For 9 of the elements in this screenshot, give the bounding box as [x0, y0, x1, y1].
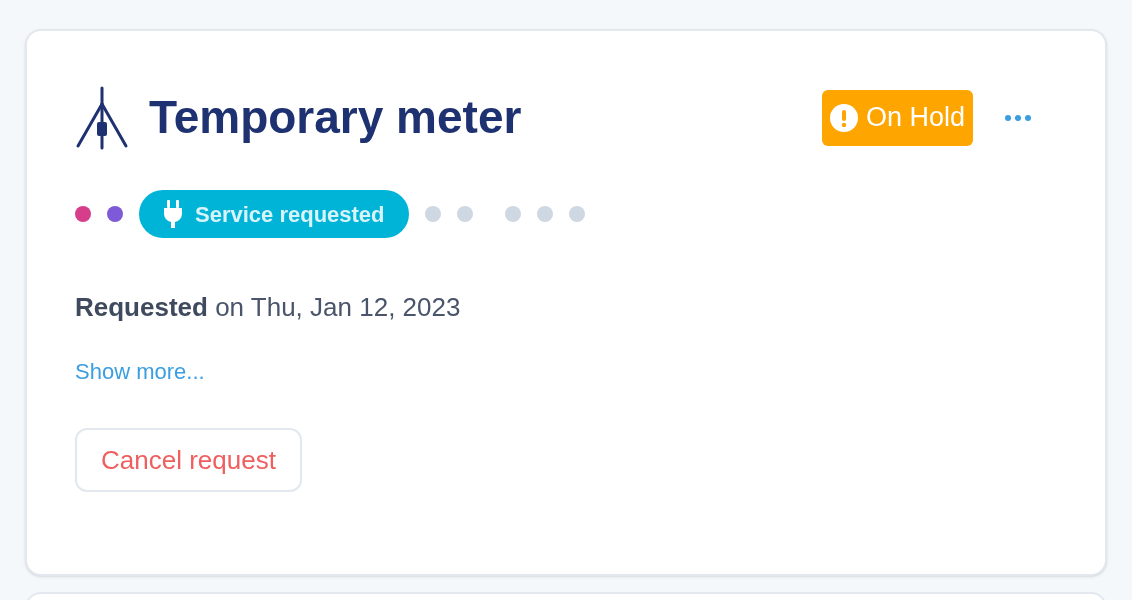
plug-icon [163, 200, 183, 228]
exclamation-circle-icon [829, 103, 858, 132]
cancel-request-button[interactable]: Cancel request [75, 428, 302, 492]
show-more-link[interactable]: Show more... [75, 355, 205, 388]
card-title: Temporary meter [149, 90, 522, 145]
tripod-meter-icon [75, 85, 129, 150]
current-step-pill: Service requested [139, 190, 409, 238]
status-badge: On Hold [821, 89, 973, 146]
requested-date-text: Requested on Thu, Jan 12, 2023 [75, 291, 462, 324]
